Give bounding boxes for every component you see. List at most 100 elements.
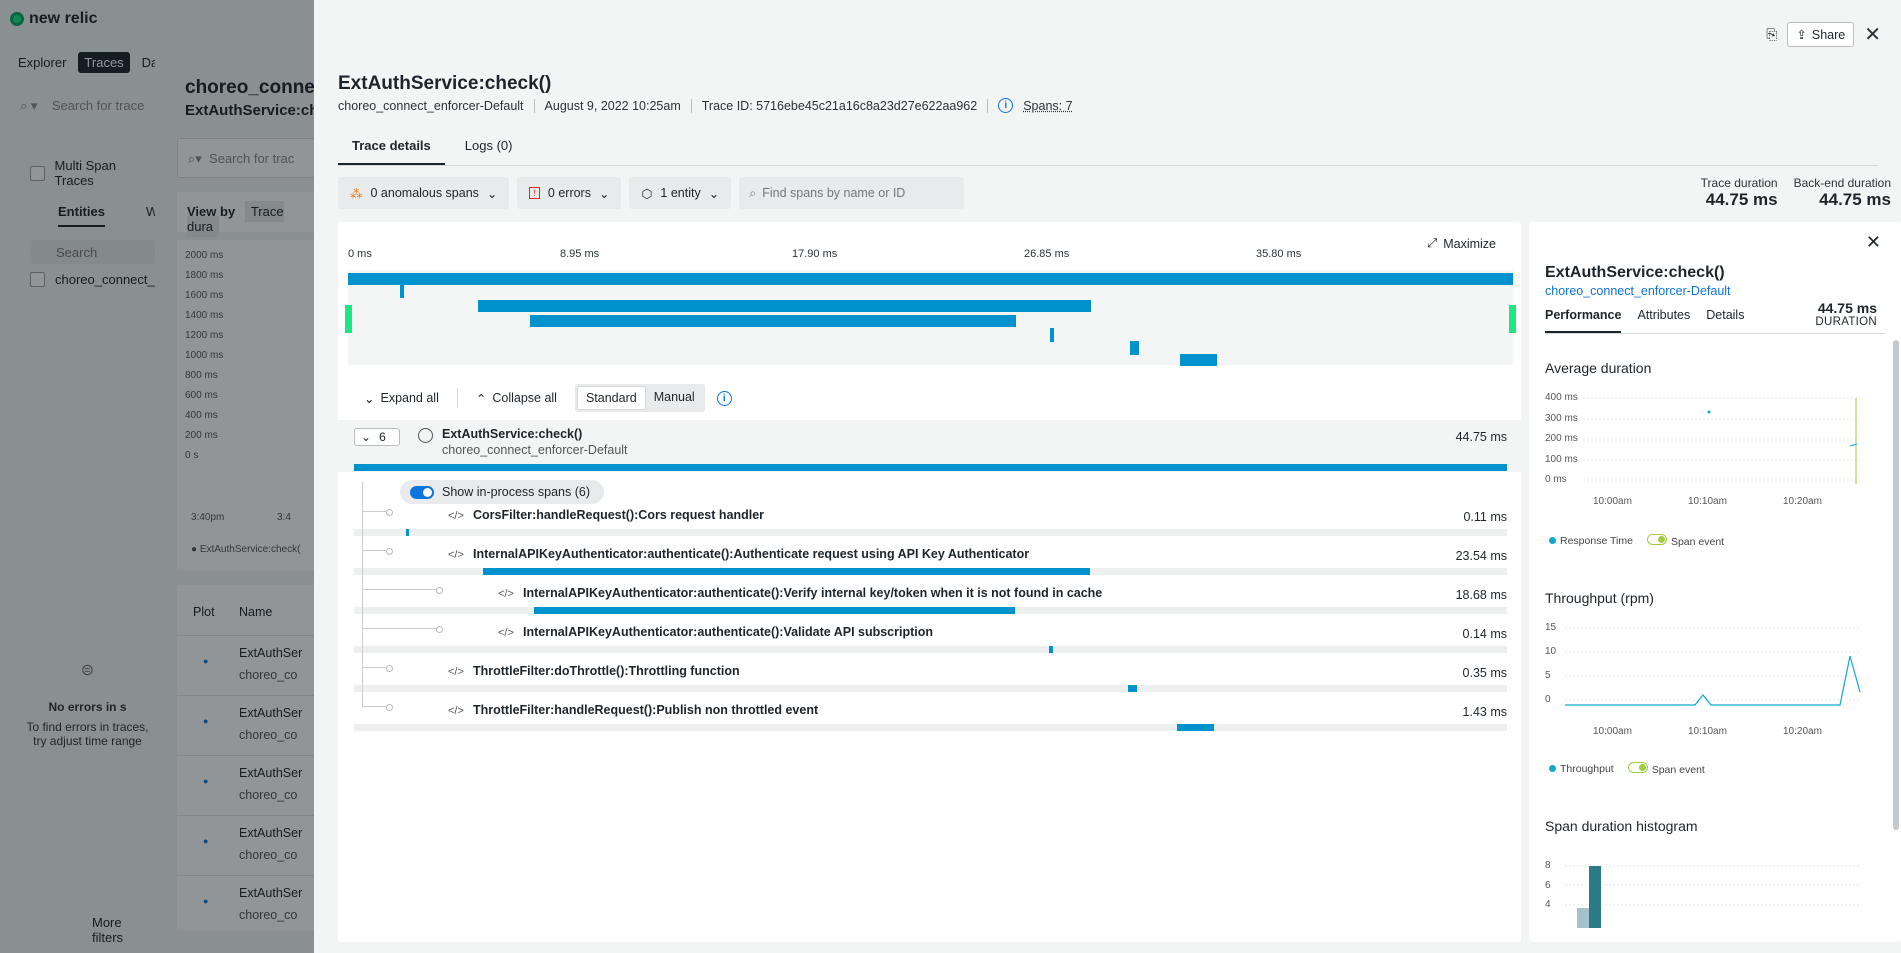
standard-mode-button[interactable]: Standard: [576, 386, 646, 410]
tab-attributes[interactable]: Attributes: [1637, 308, 1690, 333]
span-search-placeholder: Find spans by name or ID: [762, 186, 906, 200]
close-icon[interactable]: ✕: [1866, 232, 1881, 253]
trace-title: ExtAuthService:check(): [338, 73, 552, 94]
code-icon: </>: [498, 588, 514, 600]
histogram-chart: 8 6 4: [1545, 850, 1865, 942]
legend-span-event[interactable]: Span event: [1627, 762, 1705, 776]
legend-throughput[interactable]: Throughput: [1549, 763, 1614, 775]
span-row[interactable]: </> CorsFilter:handleRequest():Cors reque…: [338, 482, 1521, 541]
span-row[interactable]: </> InternalAPIKeyAuthenticator:authentic…: [338, 509, 1521, 580]
backend-duration: Back-end duration 44.75 ms: [1794, 176, 1891, 210]
modal-overlay[interactable]: [0, 0, 315, 953]
minimap-handle-left[interactable]: [345, 305, 352, 333]
entity-icon: ⬡: [641, 186, 653, 201]
divider: [533, 98, 535, 113]
minimap-bar: [529, 315, 1016, 327]
trace-meta: choreo_connect_enforcer-Default August 9…: [338, 98, 1073, 113]
avg-duration-svg: [1583, 397, 1860, 484]
legend-response-time[interactable]: Response Time: [1549, 535, 1633, 547]
span-bar: [483, 568, 1090, 575]
root-span-bar: [354, 464, 1507, 471]
ruler-tick: 26.85 ms: [1024, 248, 1070, 260]
histogram-svg: [1565, 865, 1860, 928]
root-span-entity: choreo_connect_enforcer-Default: [442, 443, 628, 457]
avg-duration-title: Average duration: [1545, 360, 1652, 376]
tab-logs[interactable]: Logs (0): [465, 136, 527, 165]
trace-duration: Trace duration 44.75 ms: [1701, 176, 1778, 210]
axis-tick: 200 ms: [1545, 433, 1578, 444]
span-name: InternalAPIKeyAuthenticator:authenticate…: [523, 625, 934, 639]
code-icon: </>: [448, 666, 464, 678]
legend-span-event[interactable]: Span event: [1646, 534, 1724, 548]
errors-filter[interactable]: ! 0 errors ⌄: [517, 177, 622, 209]
filter-bar: ⁂ 0 anomalous spans ⌄ ! 0 errors ⌄ ⬡ 1 entity…: [338, 177, 965, 209]
root-span-duration: 44.75 ms: [1455, 430, 1507, 444]
tree-node-icon: [436, 587, 443, 594]
span-row[interactable]: </> ThrottleFilter:doThrottle():Throttlin…: [338, 626, 1521, 697]
root-span-row[interactable]: ⌄ 6 ExtAuthService:check() choreo_connect…: [338, 420, 1521, 472]
anomalous-spans-filter[interactable]: ⁂ 0 anomalous spans ⌄: [338, 177, 510, 209]
spans-count-link[interactable]: Spans: 7: [1023, 99, 1072, 113]
chevron-down-icon: ⌄: [486, 186, 498, 201]
span-row[interactable]: </> ThrottleFilter:handleRequest():Publis…: [338, 665, 1521, 736]
maximize-icon: ⤢: [1427, 236, 1438, 250]
span-track: [354, 646, 1507, 653]
axis-tick: 10:20am: [1783, 496, 1822, 507]
expand-all-label: Expand all: [380, 391, 439, 405]
ruler-tick: 35.80 ms: [1256, 248, 1302, 260]
info-icon[interactable]: i: [716, 390, 732, 406]
share-button[interactable]: ⇪ Share: [1787, 22, 1855, 47]
waterfall-panel: 0 ms 8.95 ms 17.90 ms 26.85 ms 35.80 ms …: [338, 222, 1521, 942]
chevron-down-icon: ⌄: [364, 391, 375, 406]
waterfall-controls: ⌄ Expand all ⌃ Collapse all Standard Manua…: [358, 384, 732, 412]
span-details-panel: ✕ ExtAuthService:check() choreo_connect_…: [1529, 222, 1901, 942]
maximize-button[interactable]: ⤢ Maximize: [1427, 236, 1496, 251]
span-entity-link[interactable]: choreo_connect_enforcer-Default: [1545, 284, 1731, 298]
close-icon[interactable]: ✕: [1864, 25, 1881, 45]
ruler-tick: 0 ms: [348, 248, 372, 260]
span-search-input[interactable]: ⌕ Find spans by name or ID: [739, 177, 965, 209]
tab-details[interactable]: Details: [1706, 308, 1744, 333]
anomaly-icon: ⁂: [350, 186, 363, 201]
axis-tick: 400 ms: [1545, 392, 1578, 403]
tab-trace-details[interactable]: Trace details: [338, 136, 445, 165]
divider: [456, 388, 458, 408]
copy-link-icon[interactable]: ⎘: [1766, 26, 1777, 43]
anomalous-label: 0 anomalous spans: [370, 186, 479, 200]
span-row[interactable]: </> InternalAPIKeyAuthenticator:authentic…: [338, 548, 1521, 619]
span-minimap[interactable]: [345, 270, 1516, 366]
in-process-spans-label: Show in-process spans (6): [442, 485, 590, 499]
error-icon: !: [529, 187, 540, 199]
manual-mode-button[interactable]: Manual: [646, 386, 703, 410]
axis-tick: 10:10am: [1688, 726, 1727, 737]
axis-tick: 100 ms: [1545, 453, 1578, 465]
span-track: [354, 685, 1507, 692]
view-mode-toggle: Standard Manual: [574, 384, 705, 412]
header-actions: ⎘ ⇪ Share ✕: [1766, 22, 1881, 47]
axis-tick: 10:00am: [1593, 496, 1632, 507]
histogram-title: Span duration histogram: [1545, 818, 1698, 834]
throughput-legend: Throughput Span event: [1549, 762, 1705, 776]
chevron-down-icon: ⌄: [598, 186, 610, 201]
collapse-count-button[interactable]: ⌄ 6: [354, 428, 400, 446]
tree-connector: [362, 509, 387, 551]
axis-tick: 6: [1545, 879, 1551, 891]
minimap-bar: [400, 284, 404, 298]
in-process-spans-toggle[interactable]: Show in-process spans (6): [400, 480, 604, 504]
dot-icon: [1549, 765, 1556, 772]
axis-tick: 300 ms: [1545, 412, 1578, 424]
span-duration: 0.11 ms: [1463, 510, 1507, 524]
span-name: CorsFilter:handleRequest():Cors request …: [473, 508, 765, 522]
toggle-switch-icon: [410, 485, 434, 499]
tab-performance[interactable]: Performance: [1545, 308, 1622, 333]
entity-filter[interactable]: ⬡ 1 entity ⌄: [629, 177, 732, 209]
expand-all-button[interactable]: ⌄ Expand all: [358, 387, 445, 410]
scrollbar[interactable]: [1893, 340, 1899, 830]
avg-duration-chart: 400 ms 300 ms 200 ms 100 ms 0 ms 10:00am 10:1…: [1545, 392, 1865, 512]
info-icon[interactable]: i: [998, 98, 1014, 113]
span-row[interactable]: </> InternalAPIKeyAuthenticator:authentic…: [338, 587, 1521, 658]
collapse-all-button[interactable]: ⌃ Collapse all: [470, 387, 563, 410]
minimap-handle-right[interactable]: [1509, 305, 1516, 333]
span-bar: [1177, 724, 1215, 731]
duration-summary: Trace duration 44.75 ms Back-end duration…: [1701, 176, 1891, 210]
